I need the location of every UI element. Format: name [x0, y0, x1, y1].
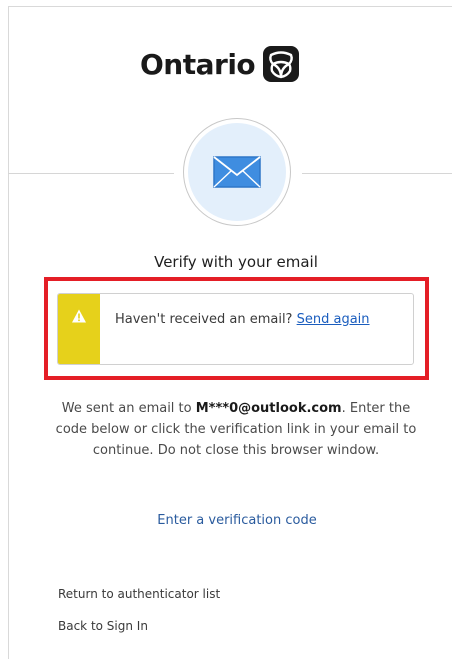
brand-name: Ontario	[140, 47, 256, 81]
message-prefix: We sent an email to	[61, 401, 196, 416]
masked-email: M***0@outlook.com	[195, 401, 342, 416]
resend-alert: Haven't received an email? Send again	[57, 293, 414, 365]
brand-logo: Ontario	[140, 40, 300, 88]
divider-right	[302, 173, 452, 174]
alert-text: Haven't received an email?	[115, 312, 293, 327]
send-again-link[interactable]: Send again	[297, 312, 370, 327]
back-to-sign-in-link[interactable]: Back to Sign In	[58, 619, 148, 633]
envelope-icon	[213, 156, 261, 188]
verification-message: We sent an email to M***0@outlook.com. E…	[50, 398, 422, 461]
enter-verification-code-link[interactable]: Enter a verification code	[0, 513, 452, 528]
return-to-authenticator-list-link[interactable]: Return to authenticator list	[58, 587, 220, 601]
email-badge	[183, 118, 291, 226]
alert-accent-bar	[58, 294, 100, 364]
trillium-logo-icon	[263, 46, 300, 82]
divider-left	[8, 173, 174, 174]
alert-message: Haven't received an email? Send again	[115, 310, 385, 330]
page-title: Verify with your email	[154, 253, 318, 271]
email-badge-fill	[188, 123, 286, 221]
warning-icon	[72, 309, 86, 323]
